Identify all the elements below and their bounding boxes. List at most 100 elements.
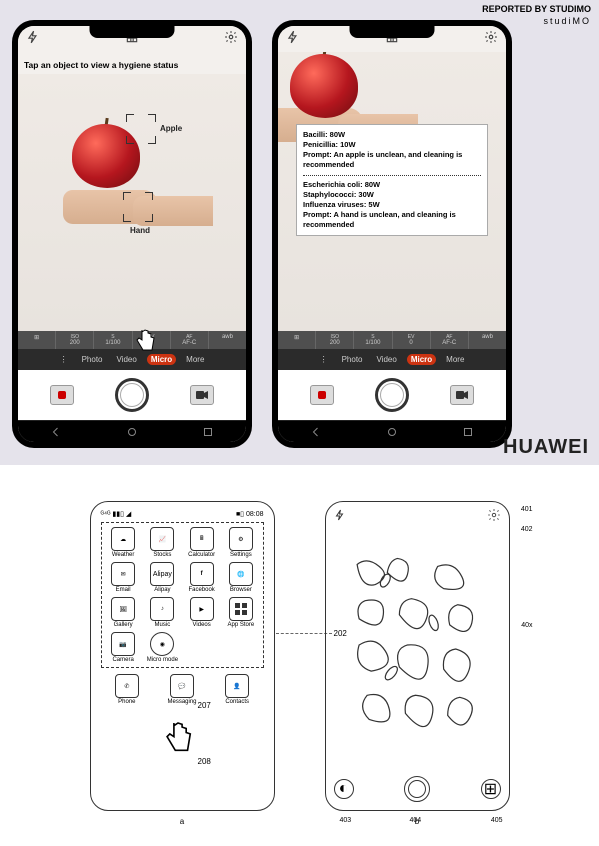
app-facebook[interactable]: fFacebook — [184, 562, 219, 593]
screen: Bacilli: 80W Penicillia: 10W Prompt: An … — [278, 26, 506, 442]
weather-icon: ☁ — [111, 527, 135, 551]
settings-icon[interactable] — [487, 508, 501, 522]
app-browser[interactable]: 🌐Browser — [223, 562, 258, 593]
focus-box-hand[interactable] — [123, 192, 153, 222]
app-videos[interactable]: ▶Videos — [184, 597, 219, 628]
camera-icon: 📷 — [111, 632, 135, 656]
android-nav-bar — [18, 420, 246, 442]
app-drawer: ☁Weather 📈Stocks 🖩Calculator ⚙Settings ✉… — [101, 522, 264, 668]
meta-iso[interactable]: ISO200 — [56, 331, 94, 349]
meta-iso[interactable]: ISO200 — [316, 331, 354, 349]
meta-af[interactable]: AFAF-C — [171, 331, 209, 349]
last-photo-button[interactable] — [310, 385, 334, 405]
microbe-viewport — [336, 530, 499, 770]
settings-icon[interactable] — [484, 30, 498, 44]
app-stocks[interactable]: 📈Stocks — [145, 527, 180, 558]
flash-icon[interactable] — [334, 508, 346, 522]
app-phone[interactable]: ✆Phone — [115, 674, 139, 705]
app-appstore[interactable]: App Store — [223, 597, 258, 628]
mode-more[interactable]: More — [182, 354, 208, 365]
overlay-prompt-hand: Prompt: A hand is unclean, and cleaning … — [303, 210, 481, 230]
mode-micro[interactable]: Micro — [407, 354, 436, 365]
screen: Tap an object to view a hygiene status A… — [18, 26, 246, 442]
patent-figure-a-wrap: ᴳ⁴ᴳ ▮▮▯ ◢ ■▯ 08:08 ☁Weather 📈Stocks 🖩Cal… — [90, 501, 275, 826]
notch — [90, 26, 175, 38]
mode-selector: ⋮ Photo Video Micro More — [278, 349, 506, 370]
callout-403: 403 — [340, 817, 352, 824]
overlay-flu: Influenza viruses: 5W — [303, 200, 481, 210]
right-circle-button[interactable]: ⊞ — [481, 779, 501, 799]
overlay-divider — [303, 175, 481, 176]
mode-photo[interactable]: Photo — [338, 354, 367, 365]
app-music[interactable]: ♪Music — [145, 597, 180, 628]
focus-box-apple[interactable] — [126, 114, 156, 144]
clock-battery: ■▯ 08:08 — [236, 510, 264, 518]
shutter-button[interactable] — [404, 776, 430, 802]
recent-icon[interactable] — [202, 426, 214, 438]
shutter-button[interactable] — [115, 378, 149, 412]
mode-video[interactable]: Video — [373, 354, 401, 365]
contacts-icon: 👤 — [225, 674, 249, 698]
video-toggle-button[interactable] — [190, 385, 214, 405]
micromode-icon: ◉ — [150, 632, 174, 656]
meta-awb[interactable]: awb — [469, 331, 506, 349]
callout-401: 401 — [521, 506, 533, 513]
back-icon[interactable] — [310, 426, 322, 438]
app-settings[interactable]: ⚙Settings — [223, 527, 258, 558]
last-photo-button[interactable] — [50, 385, 74, 405]
finger-cursor-icon — [163, 720, 193, 756]
calculator-icon: 🖩 — [190, 527, 214, 551]
mode-micro[interactable]: Micro — [147, 354, 176, 365]
overlay-staph: Staphylococci: 30W — [303, 190, 481, 200]
app-contacts[interactable]: 👤Contacts — [225, 674, 249, 705]
meta-ev[interactable]: EV0 — [393, 331, 431, 349]
mode-photo[interactable]: Photo — [78, 354, 107, 365]
app-gallery[interactable]: 🖼Gallery — [106, 597, 141, 628]
overlay-ecoli: Escherichia coli: 80W — [303, 180, 481, 190]
hygiene-overlay: Bacilli: 80W Penicillia: 10W Prompt: An … — [296, 124, 488, 236]
meta-shutter[interactable]: S1/100 — [354, 331, 392, 349]
overlay-penicillia: Penicillia: 10W — [303, 140, 481, 150]
mode-video[interactable]: Video — [113, 354, 141, 365]
phone-mockup-right: Bacilli: 80W Penicillia: 10W Prompt: An … — [272, 20, 512, 448]
app-messaging[interactable]: 💬Messaging — [167, 674, 196, 705]
recent-icon[interactable] — [462, 426, 474, 438]
home-icon[interactable] — [386, 426, 398, 438]
flash-icon — [286, 30, 300, 44]
app-camera[interactable]: 📷Camera — [106, 632, 141, 663]
back-icon[interactable] — [50, 426, 62, 438]
home-icon[interactable] — [126, 426, 138, 438]
patent-phone-b: ◐ ⊞ 401 402 40x 403 404 405 — [325, 501, 510, 811]
mode-more[interactable]: More — [442, 354, 468, 365]
callout-207: 207 — [198, 701, 211, 710]
video-toggle-button[interactable] — [450, 385, 474, 405]
app-email[interactable]: ✉Email — [106, 562, 141, 593]
app-calculator[interactable]: 🖩Calculator — [184, 527, 219, 558]
meta-shutter[interactable]: S1/100 — [94, 331, 132, 349]
app-micromode[interactable]: ◉Micro mode — [145, 632, 180, 663]
phone-mockup-left: Tap an object to view a hygiene status A… — [12, 20, 252, 448]
email-icon: ✉ — [111, 562, 135, 586]
callout-402: 402 — [521, 526, 533, 533]
camera-viewport[interactable]: Bacilli: 80W Penicillia: 10W Prompt: An … — [278, 52, 506, 331]
settings-icon[interactable] — [224, 30, 238, 44]
app-alipay[interactable]: AlipayAlipay — [145, 562, 180, 593]
camera-viewport[interactable]: Apple Hand — [18, 74, 246, 331]
left-circle-button[interactable]: ◐ — [334, 779, 354, 799]
overlay-prompt-apple: Prompt: An apple is unclean, and cleanin… — [303, 150, 481, 170]
status-bar: ᴳ⁴ᴳ ▮▮▯ ◢ ■▯ 08:08 — [101, 510, 264, 518]
meta-af[interactable]: AFAF-C — [431, 331, 469, 349]
app-weather[interactable]: ☁Weather — [106, 527, 141, 558]
shutter-button[interactable] — [375, 378, 409, 412]
callout-405: 405 — [491, 817, 503, 824]
flash-icon — [26, 30, 40, 44]
videos-icon: ▶ — [190, 597, 214, 621]
huawei-mockup-panel: REPORTED BY STUDIMO studiMO Tap an objec… — [0, 0, 599, 465]
android-nav-bar — [278, 420, 506, 442]
mode-dots: ⋮ — [56, 354, 72, 365]
meta-awb[interactable]: awb — [209, 331, 246, 349]
camera-bottom-bar: ◐ ⊞ — [334, 776, 501, 802]
appstore-icon — [229, 597, 253, 621]
leader-line — [276, 633, 332, 634]
callout-40x: 40x — [521, 622, 532, 629]
